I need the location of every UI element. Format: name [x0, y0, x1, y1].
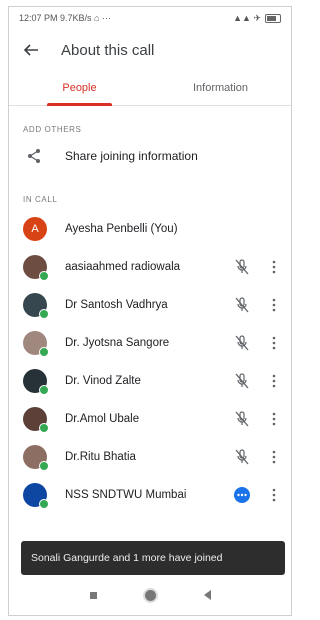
participant-row[interactable]: aasiaahmed radiowala	[9, 248, 291, 286]
avatar: A	[23, 217, 47, 241]
participant-list: A Ayesha Penbelli (You) aasiaahmed radiowa…	[9, 210, 291, 514]
participant-row[interactable]: NSS SNDTWU Mumbai	[9, 476, 291, 514]
system-nav-bar	[9, 575, 291, 615]
participant-row[interactable]: Dr.Ritu Bhatia	[9, 438, 291, 476]
participant-row[interactable]: Dr.Amol Ubale	[9, 400, 291, 438]
chat-icon[interactable]	[231, 487, 253, 503]
battery-icon	[265, 13, 281, 23]
share-label: Share joining information	[65, 149, 198, 163]
share-icon	[23, 145, 45, 167]
tab-bar: People Information	[9, 71, 291, 106]
back-arrow-icon[interactable]	[21, 40, 41, 60]
online-status-icon	[39, 385, 49, 395]
online-status-icon	[39, 309, 49, 319]
participant-name: aasiaahmed radiowala	[65, 261, 181, 273]
online-status-icon	[39, 499, 49, 509]
avatar	[23, 445, 49, 471]
avatar	[23, 369, 49, 395]
more-options-icon[interactable]	[267, 260, 281, 274]
more-options-icon[interactable]	[267, 336, 281, 350]
online-status-icon	[39, 347, 49, 357]
back-button[interactable]	[203, 590, 211, 600]
snackbar-text: Sonali Gangurde and 1 more have joined	[31, 552, 223, 564]
section-add-others: ADD OTHERS	[23, 125, 82, 134]
home-button[interactable]	[144, 589, 156, 601]
participant-name: Dr Santosh Vadhrya	[65, 299, 168, 311]
avatar	[23, 293, 49, 319]
recents-button[interactable]	[89, 591, 97, 599]
avatar	[23, 331, 49, 357]
mic-muted-icon[interactable]	[231, 259, 253, 275]
participant-row[interactable]: Dr. Jyotsna Sangore	[9, 324, 291, 362]
status-icons: ▲▲ ✈	[233, 13, 281, 24]
app-bar: About this call	[9, 29, 291, 71]
participant-name: Ayesha Penbelli (You)	[65, 223, 178, 235]
tab-information[interactable]: Information	[150, 71, 291, 105]
online-status-icon	[39, 461, 49, 471]
more-options-icon[interactable]	[267, 374, 281, 388]
page-title: About this call	[61, 41, 155, 59]
tab-people[interactable]: People	[9, 71, 150, 106]
participant-name: Dr. Jyotsna Sangore	[65, 337, 170, 349]
status-bar: 12:07 PM 9.7KB/s ⌂ ··· ▲▲ ✈	[9, 7, 291, 29]
avatar	[23, 407, 49, 433]
participant-name: Dr.Ritu Bhatia	[65, 451, 136, 463]
more-options-icon[interactable]	[267, 488, 281, 502]
mic-muted-icon[interactable]	[231, 297, 253, 313]
avatar	[23, 483, 49, 509]
mic-muted-icon[interactable]	[231, 335, 253, 351]
phone-screen: 12:07 PM 9.7KB/s ⌂ ··· ▲▲ ✈ About this c…	[8, 6, 292, 616]
more-options-icon[interactable]	[267, 412, 281, 426]
signal-icon: ▲▲ ✈	[233, 12, 261, 23]
participant-name: Dr. Vinod Zalte	[65, 375, 141, 387]
mic-muted-icon[interactable]	[231, 411, 253, 427]
snackbar: Sonali Gangurde and 1 more have joined	[21, 541, 285, 575]
mic-muted-icon[interactable]	[231, 373, 253, 389]
participant-name: NSS SNDTWU Mumbai	[65, 489, 187, 501]
more-options-icon[interactable]	[267, 450, 281, 464]
section-in-call: IN CALL	[23, 195, 58, 204]
participant-row[interactable]: A Ayesha Penbelli (You)	[9, 210, 291, 248]
participant-row[interactable]: Dr Santosh Vadhrya	[9, 286, 291, 324]
participant-name: Dr.Amol Ubale	[65, 413, 140, 425]
share-joining-info-button[interactable]: Share joining information	[9, 134, 291, 178]
participant-row[interactable]: Dr. Vinod Zalte	[9, 362, 291, 400]
online-status-icon	[39, 271, 49, 281]
online-status-icon	[39, 423, 49, 433]
avatar	[23, 255, 49, 281]
avatar-letter: A	[31, 223, 39, 235]
mic-muted-icon[interactable]	[231, 449, 253, 465]
more-options-icon[interactable]	[267, 298, 281, 312]
status-time: 12:07 PM 9.7KB/s ⌂ ···	[19, 13, 111, 23]
